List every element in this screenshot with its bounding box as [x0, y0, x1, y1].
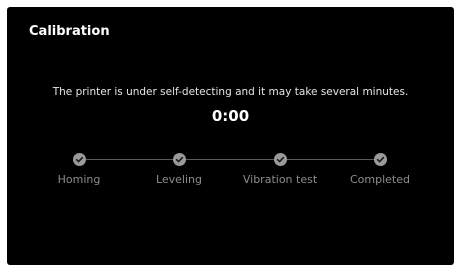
step-leveling-indicator [173, 153, 186, 166]
step-completed-label: Completed [350, 173, 410, 186]
step-homing-indicator [73, 153, 86, 166]
step-vibration-test-label: Vibration test [242, 173, 318, 186]
status-message: The printer is under self-detecting and … [52, 86, 409, 98]
step-connector-1 [86, 159, 180, 160]
calibration-screen: Calibration The printer is under self-de… [7, 7, 454, 265]
check-icon [175, 156, 184, 163]
page-title: Calibration [29, 24, 110, 39]
step-homing-label: Homing [57, 173, 101, 186]
check-icon [276, 156, 285, 163]
step-connector-2 [186, 159, 281, 160]
elapsed-timer: 0:00 [211, 107, 250, 125]
step-leveling-label: Leveling [155, 173, 203, 186]
check-icon [75, 156, 84, 163]
step-vibration-test-indicator [274, 153, 287, 166]
step-connector-3 [287, 159, 380, 160]
check-icon [376, 156, 385, 163]
step-completed-indicator [374, 153, 387, 166]
